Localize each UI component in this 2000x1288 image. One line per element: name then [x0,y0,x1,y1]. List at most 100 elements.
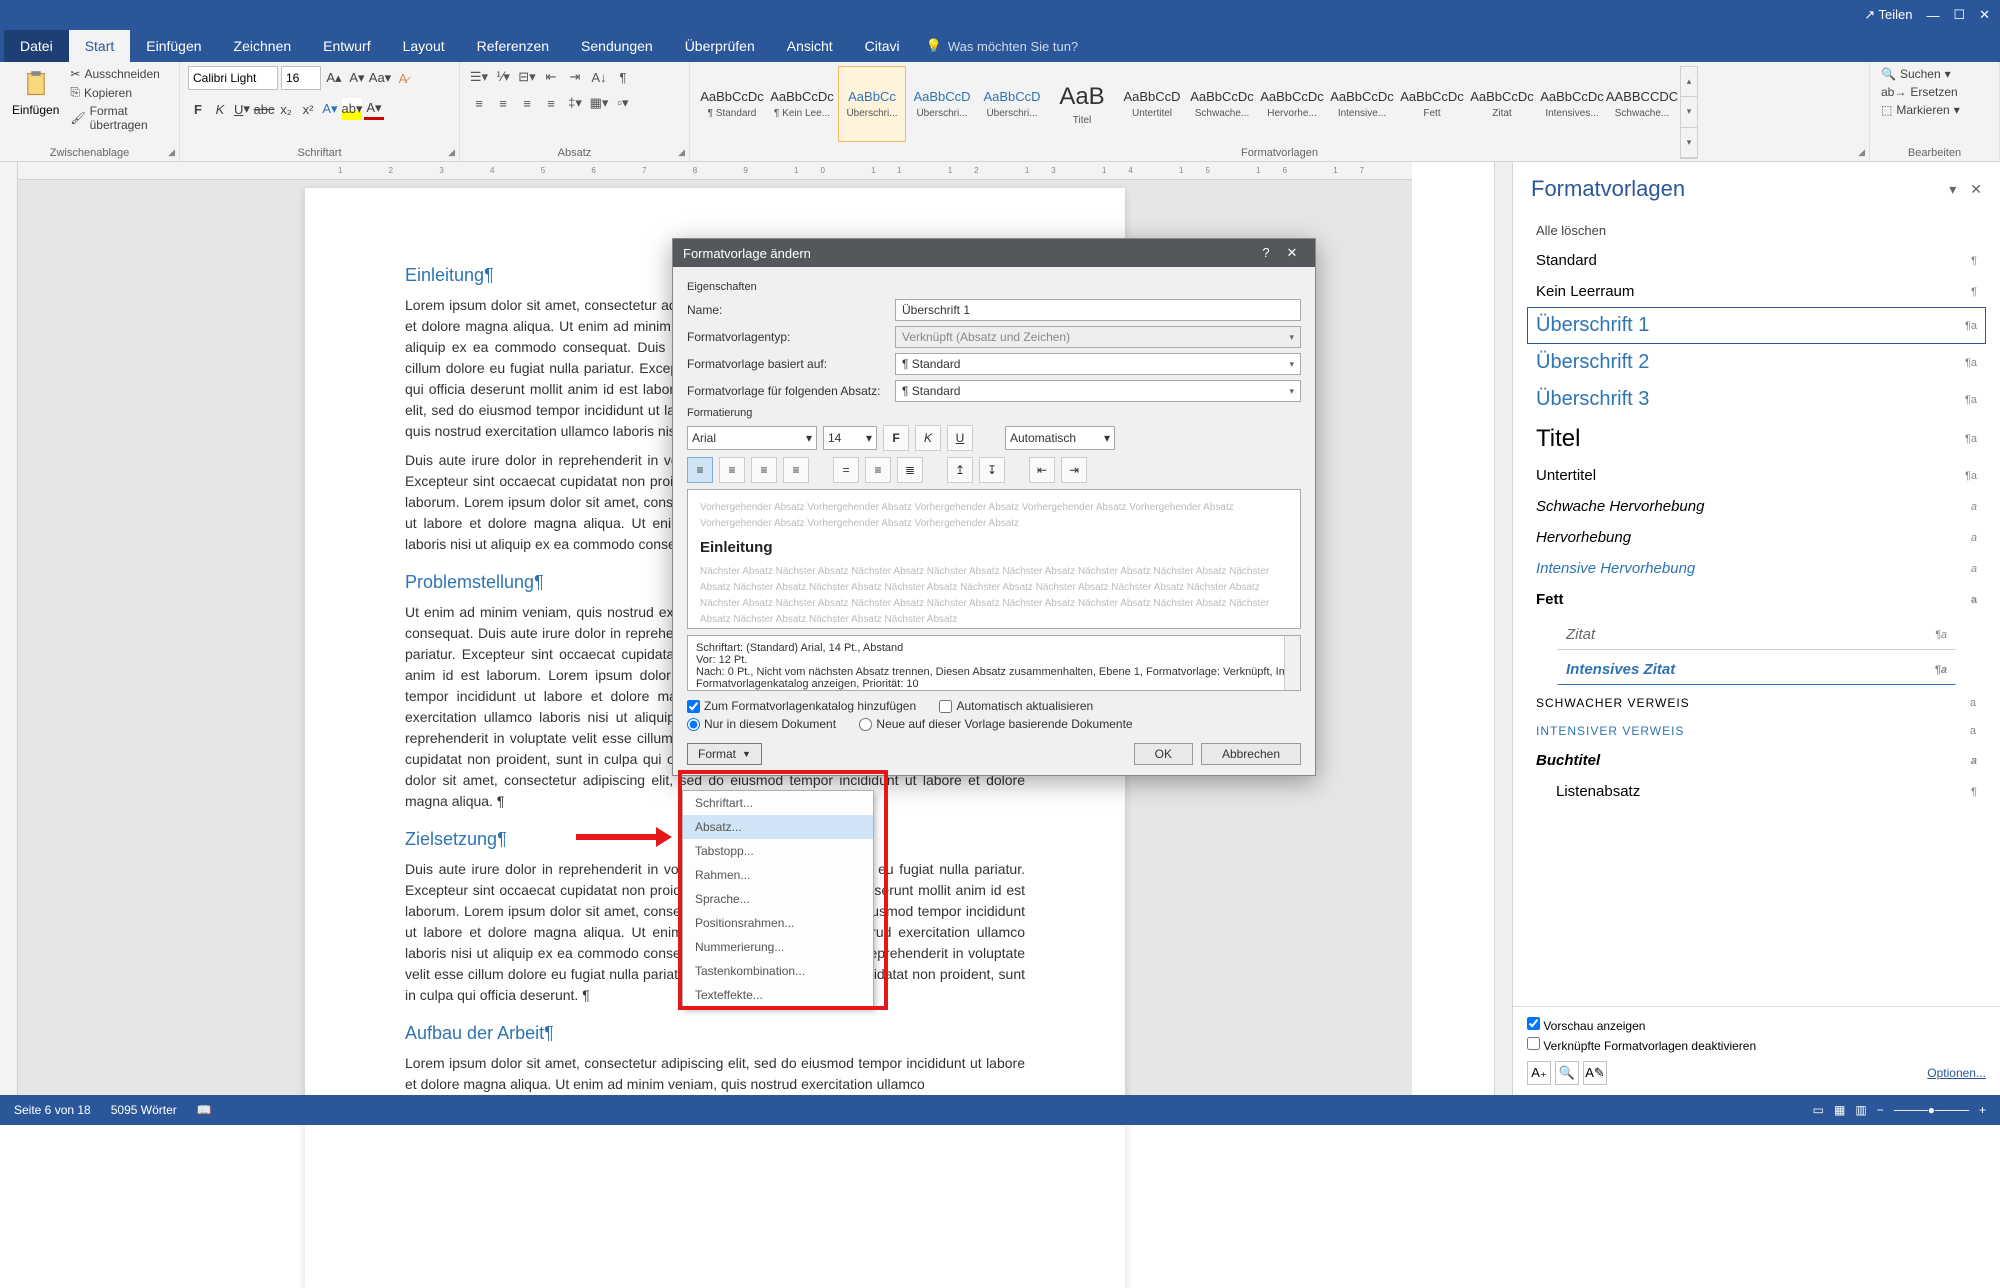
style-list-item[interactable]: Zitat¶a [1557,619,1956,650]
format-menu-item[interactable]: Absatz... [683,815,873,839]
dialog-space-before-dec[interactable]: ↧ [979,457,1005,483]
dialog-spacing-1[interactable]: = [833,457,859,483]
justify-button[interactable]: ≡ [540,92,562,114]
read-mode-button[interactable]: ▭ [1813,1103,1824,1117]
style-list-item[interactable]: Intensives Zitat¶a [1557,654,1956,685]
underline-button[interactable]: U▾ [232,98,252,120]
style-list-item[interactable]: Intensive Hervorhebunga [1527,553,1986,584]
align-right-button[interactable]: ≡ [516,92,538,114]
multilevel-button[interactable]: ⊟▾ [516,66,538,88]
style-list-item[interactable]: Listenabsatz¶ [1527,776,1986,807]
tab-design[interactable]: Entwurf [307,30,386,62]
bold-button[interactable]: F [188,98,208,120]
superscript-button[interactable]: x² [298,98,318,120]
style-list-item[interactable]: Fetta [1527,584,1986,615]
replace-button[interactable]: ab→ Ersetzen [1878,84,1963,100]
tab-layout[interactable]: Layout [387,30,461,62]
zoom-slider[interactable]: ────●──── [1894,1103,1969,1117]
style-list-item[interactable]: Überschrift 3¶a [1527,381,1986,418]
dialog-size-select[interactable]: 14▾ [823,426,877,450]
ok-button[interactable]: OK [1134,743,1193,765]
align-left-button[interactable]: ≡ [468,92,490,114]
vertical-ruler[interactable] [0,162,18,1095]
format-menu-item[interactable]: Tastenkombination... [683,959,873,983]
grow-font-button[interactable]: A▴ [324,67,344,89]
italic-button[interactable]: K [210,98,230,120]
horizontal-ruler[interactable]: 1 2 3 4 5 6 7 8 9 10 11 12 13 14 15 16 1… [18,162,1412,180]
body-text[interactable]: Lorem ipsum dolor sit amet, consectetur … [405,1053,1025,1095]
increase-indent-button[interactable]: ⇥ [564,66,586,88]
pane-dropdown-icon[interactable]: ▾ [1949,181,1956,198]
style-gallery-item[interactable]: AaBbCcÜberschri... [838,66,906,142]
format-menu-item[interactable]: Positionsrahmen... [683,911,873,935]
select-button[interactable]: ⬚ Markieren ▾ [1878,102,1963,118]
styles-gallery-more[interactable]: ▴▾▾ [1680,66,1698,159]
style-list-item[interactable]: Kein Leerraum¶ [1527,276,1986,307]
style-gallery-item[interactable]: AaBTitel [1048,66,1116,142]
style-gallery-item[interactable]: AaBbCcDUntertitel [1118,66,1186,142]
dialog-spacing-2[interactable]: ≣ [897,457,923,483]
line-spacing-button[interactable]: ‡▾ [564,92,586,114]
format-dropdown-button[interactable]: Format ▼ [687,743,762,765]
tab-draw[interactable]: Zeichnen [218,30,308,62]
tab-review[interactable]: Überprüfen [669,30,771,62]
style-gallery-item[interactable]: AaBbCcDcSchwache... [1188,66,1256,142]
zoom-out-button[interactable]: − [1877,1103,1884,1117]
format-menu-item[interactable]: Tabstopp... [683,839,873,863]
style-gallery-item[interactable]: AaBbCcDc¶ Kein Lee... [768,66,836,142]
cancel-button[interactable]: Abbrechen [1201,743,1301,765]
decrease-indent-button[interactable]: ⇤ [540,66,562,88]
font-launcher[interactable]: ◢ [448,147,455,158]
clear-all-styles[interactable]: Alle löschen [1527,216,1986,245]
paste-button[interactable]: Einfügen [8,66,63,159]
tab-home[interactable]: Start [69,30,131,62]
tab-file[interactable]: Datei [4,30,69,62]
sort-button[interactable]: A↓ [588,66,610,88]
style-gallery-item[interactable]: AaBbCcDc¶ Standard [698,66,766,142]
shrink-font-button[interactable]: A▾ [347,67,367,89]
text-effects-button[interactable]: A▾ [320,98,340,120]
tab-references[interactable]: Referenzen [461,30,565,62]
preview-checkbox[interactable]: Vorschau anzeigen [1527,1017,1986,1033]
vertical-scrollbar[interactable] [1494,162,1512,1095]
style-gallery-item[interactable]: AaBbCcDcIntensives... [1538,66,1606,142]
description-scrollbar[interactable] [1284,636,1300,690]
format-menu-item[interactable]: Texteffekte... [683,983,873,1007]
font-color-button[interactable]: A▾ [364,98,384,120]
add-to-catalog-checkbox[interactable]: Zum Formatvorlagenkatalog hinzufügen [687,699,916,713]
manage-styles-button[interactable]: A✎ [1583,1061,1607,1085]
tab-mailings[interactable]: Sendungen [565,30,669,62]
linked-styles-checkbox[interactable]: Verknüpfte Formatvorlagen deaktivieren [1527,1037,1986,1053]
dialog-font-select[interactable]: Arial▾ [687,426,817,450]
numbering-button[interactable]: ⅟▾ [492,66,514,88]
dialog-space-before-inc[interactable]: ↥ [947,457,973,483]
style-list-item[interactable]: Überschrift 1¶a [1527,307,1986,344]
style-list-item[interactable]: Standard¶ [1527,245,1986,276]
paragraph-launcher[interactable]: ◢ [678,147,685,158]
style-gallery-item[interactable]: AaBbCcDcFett [1398,66,1466,142]
format-menu-item[interactable]: Nummerierung... [683,935,873,959]
strike-button[interactable]: abc [254,98,274,120]
style-list-item[interactable]: Schwache Hervorhebunga [1527,491,1986,522]
style-list-item[interactable]: Untertitel¶a [1527,460,1986,491]
style-list-item[interactable]: SCHWACHER VERWEISa [1527,689,1986,717]
style-list-item[interactable]: Überschrift 2¶a [1527,344,1986,381]
dialog-bold-button[interactable]: F [883,425,909,451]
style-gallery-item[interactable]: AaBbCcDÜberschri... [908,66,976,142]
new-style-button[interactable]: A₊ [1527,1061,1551,1085]
only-this-doc-radio[interactable]: Nur in diesem Dokument [687,717,836,731]
align-center-button[interactable]: ≡ [492,92,514,114]
styles-launcher[interactable]: ◢ [1858,147,1865,158]
dialog-indent-dec[interactable]: ⇤ [1029,457,1055,483]
font-size-select[interactable] [281,66,321,90]
borders-button[interactable]: ▫▾ [612,92,634,114]
tab-citavi[interactable]: Citavi [849,30,916,62]
proofing-icon[interactable]: 📖 [197,1103,212,1117]
web-layout-button[interactable]: ▥ [1855,1103,1866,1117]
style-list-item[interactable]: INTENSIVER VERWEISa [1527,717,1986,745]
based-on-select[interactable]: ¶ Standard▾ [895,353,1301,375]
close-button[interactable]: ✕ [1979,7,1990,23]
subscript-button[interactable]: x₂ [276,98,296,120]
share-button[interactable]: ↗ Teilen [1864,7,1912,23]
copy-button[interactable]: ⎘ Kopieren [67,84,171,101]
